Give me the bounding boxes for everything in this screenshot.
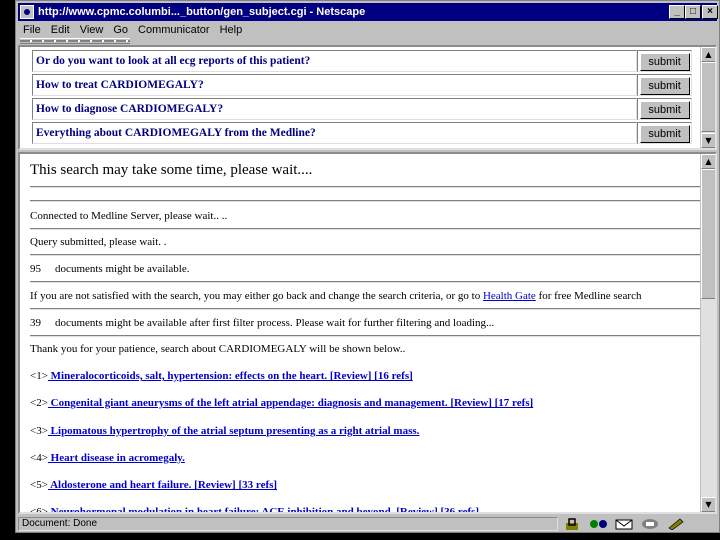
close-button[interactable]: × xyxy=(702,5,718,19)
query-text: Query submitted, please wait. . xyxy=(30,236,167,248)
divider xyxy=(30,186,702,188)
result-link[interactable]: Lipomatous hypertrophy of the atrial sep… xyxy=(48,425,420,437)
result-number: <3> xyxy=(30,425,48,437)
menu-go[interactable]: Go xyxy=(108,24,133,36)
submit-cell: submit xyxy=(637,98,692,120)
result-number: <1> xyxy=(30,370,48,382)
result-link[interactable]: Neurohormonal modulation in heart failur… xyxy=(48,506,479,512)
result-number: <4> xyxy=(30,452,48,464)
scroll-up-icon[interactable]: ▲ xyxy=(701,154,715,169)
collapsed-toolbar-handle[interactable] xyxy=(20,38,130,44)
result-link[interactable]: Heart disease in acromegaly. xyxy=(48,452,185,464)
scroll-thumb[interactable] xyxy=(701,62,715,132)
health-gate-link[interactable]: Health Gate xyxy=(483,290,536,302)
submit-button[interactable]: submit xyxy=(639,52,690,71)
question-cell: How to treat CARDIOMEGALY? xyxy=(32,74,638,96)
menu-edit[interactable]: Edit xyxy=(46,24,75,36)
scroll-down-icon[interactable]: ▼ xyxy=(701,133,715,148)
result-item: <5> Aldosterone and heart failure. [Revi… xyxy=(30,479,277,491)
menu-communicator[interactable]: Communicator xyxy=(133,24,215,36)
question-frame: Or do you want to look at all ecg report… xyxy=(18,45,717,150)
mail-icon[interactable] xyxy=(614,518,636,530)
after-filter-text: 39 ￿ documents might be available after … xyxy=(30,317,495,329)
submit-cell: submit xyxy=(637,50,692,72)
divider xyxy=(30,281,702,283)
results-frame: This search may take some time, please w… xyxy=(18,152,717,514)
divider xyxy=(30,254,702,256)
menu-view[interactable]: View xyxy=(75,24,109,36)
result-item: <2> Congenital giant aneurysms of the le… xyxy=(30,397,533,409)
title-bar[interactable]: http://www.cpmc.columbi..._button/gen_su… xyxy=(18,3,718,21)
result-item: <1> Mineralocorticoids, salt, hypertensi… xyxy=(30,370,413,382)
result-number: <5> xyxy=(30,479,48,491)
scroll-thumb[interactable] xyxy=(701,169,715,299)
not-satisfied-pre: If you are not satisfied with the search… xyxy=(30,290,483,302)
minimize-button[interactable]: _ xyxy=(669,5,685,19)
question-row: Everything about CARDIOMEGALY from the M… xyxy=(32,122,692,144)
question-row: How to treat CARDIOMEGALY? submit xyxy=(32,74,692,96)
network-icon[interactable] xyxy=(588,518,610,530)
divider xyxy=(30,308,702,310)
question-cell: Everything about CARDIOMEGALY from the M… xyxy=(32,122,638,144)
connected-text: Connected to Medline Server, please wait… xyxy=(30,210,228,222)
window-title: http://www.cpmc.columbi..._button/gen_su… xyxy=(38,6,366,18)
result-link[interactable]: Mineralocorticoids, salt, hypertension: … xyxy=(48,370,413,382)
security-icon[interactable] xyxy=(562,518,584,530)
question-frame-scrollbar[interactable]: ▲ ▼ xyxy=(700,47,715,148)
maximize-button[interactable]: □ xyxy=(685,5,701,19)
netscape-icon xyxy=(20,5,34,19)
question-link[interactable]: How to diagnose CARDIOMEGALY? xyxy=(36,103,223,115)
composer-icon[interactable] xyxy=(666,518,688,531)
browser-window: http://www.cpmc.columbi..._button/gen_su… xyxy=(15,0,720,533)
results-frame-scrollbar[interactable]: ▲ ▼ xyxy=(700,154,715,512)
result-link[interactable]: Congenital giant aneurysms of the left a… xyxy=(48,397,534,409)
result-item: <6> Neurohormonal modulation in heart fa… xyxy=(30,506,479,514)
result-link[interactable]: Aldosterone and heart failure. [Review] … xyxy=(48,479,277,491)
submit-cell: submit xyxy=(637,122,692,144)
divider xyxy=(30,335,702,337)
submit-cell: submit xyxy=(637,74,692,96)
menu-file[interactable]: File xyxy=(18,24,46,36)
result-number: <2> xyxy=(30,397,48,409)
not-satisfied-text: If you are not satisfied with the search… xyxy=(30,290,641,302)
result-item: <3> Lipomatous hypertrophy of the atrial… xyxy=(30,425,419,437)
question-row: Or do you want to look at all ecg report… xyxy=(32,50,692,72)
available-text: 95 ￿ documents might be available. xyxy=(30,263,190,275)
divider xyxy=(30,200,702,202)
result-item: <4> Heart disease in acromegaly. xyxy=(30,452,185,464)
submit-button[interactable]: submit xyxy=(639,100,690,119)
submit-button[interactable]: submit xyxy=(639,124,690,143)
question-link[interactable]: Or do you want to look at all ecg report… xyxy=(36,55,310,67)
status-text: Document: Done xyxy=(18,517,558,531)
scroll-up-icon[interactable]: ▲ xyxy=(701,47,715,62)
divider xyxy=(30,228,702,230)
status-bar: Document: Done xyxy=(18,516,717,532)
discussion-icon[interactable] xyxy=(640,518,662,530)
scroll-down-icon[interactable]: ▼ xyxy=(701,497,715,512)
thank-you-text: Thank you for your patience, search abou… xyxy=(30,343,406,355)
question-link[interactable]: Everything about CARDIOMEGALY from the M… xyxy=(36,127,316,139)
result-number: <6> xyxy=(30,506,48,514)
question-cell: Or do you want to look at all ecg report… xyxy=(32,50,638,72)
menu-help[interactable]: Help xyxy=(215,24,248,36)
question-table: Or do you want to look at all ecg report… xyxy=(32,48,692,146)
question-cell: How to diagnose CARDIOMEGALY? xyxy=(32,98,638,120)
page-heading: This search may take some time, please w… xyxy=(30,162,313,178)
not-satisfied-post: for free Medline search xyxy=(535,290,642,302)
submit-button[interactable]: submit xyxy=(639,76,690,95)
question-link[interactable]: How to treat CARDIOMEGALY? xyxy=(36,79,204,91)
menu-bar: File Edit View Go Communicator Help xyxy=(18,22,247,38)
question-row: How to diagnose CARDIOMEGALY? submit xyxy=(32,98,692,120)
